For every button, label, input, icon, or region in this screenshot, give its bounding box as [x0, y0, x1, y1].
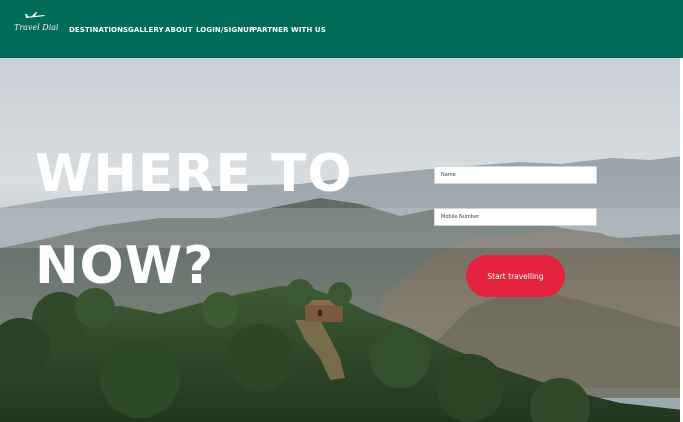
nav-login-signup[interactable]: LOGIN/SIGNUP [196, 26, 254, 34]
name-input[interactable] [434, 166, 597, 184]
plane-icon [25, 12, 45, 18]
nav-about[interactable]: ABOUT [165, 26, 193, 34]
top-navbar: Travel Diai DESTINATIONS GALLERY ABOUT L… [0, 0, 683, 58]
hero-headline-line1: WHERE TO [35, 144, 353, 204]
brand-name: Travel Diai [14, 23, 59, 32]
start-travelling-button[interactable]: Start travelling [466, 255, 565, 297]
brand-logo[interactable]: Travel Diai [14, 11, 60, 37]
hero-section: WHERE TO NOW? [0, 58, 683, 422]
nav-gallery[interactable]: GALLERY [128, 26, 164, 34]
nav-destinations[interactable]: DESTINATIONS [69, 26, 128, 34]
nav-partner-with-us[interactable]: PARTNER WITH US [252, 26, 326, 34]
mobile-number-input[interactable] [434, 208, 597, 226]
hero-headline-line2: NOW? [35, 236, 215, 296]
